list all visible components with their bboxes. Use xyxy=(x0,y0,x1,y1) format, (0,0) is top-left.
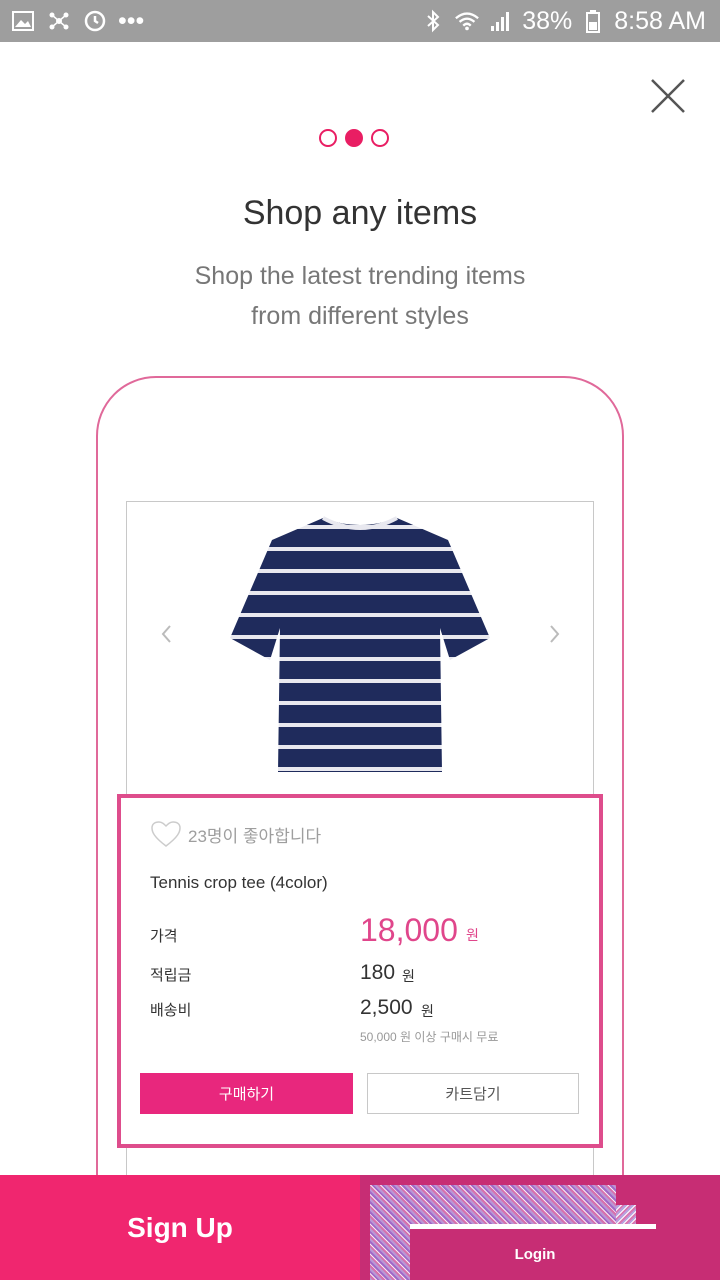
page-indicator xyxy=(319,129,389,147)
buy-button[interactable]: 구매하기 xyxy=(140,1073,353,1114)
price-label: 가격 xyxy=(150,928,178,945)
page-dot-3[interactable] xyxy=(371,129,389,147)
next-image-button[interactable] xyxy=(542,620,566,648)
page-title: Shop any items xyxy=(242,194,478,232)
page-dot-1[interactable] xyxy=(319,129,337,147)
glitch-overlay-small xyxy=(616,1205,636,1225)
product-name: Tennis crop tee (4color) xyxy=(150,873,328,892)
price-value: 18,000 xyxy=(360,912,458,948)
chevron-left-icon xyxy=(161,625,171,643)
page-dot-2-active[interactable] xyxy=(345,129,363,147)
bluetooth-icon xyxy=(420,8,446,34)
subtitle-line-1: Shop the latest trending items xyxy=(194,262,526,290)
striped-tee-image xyxy=(230,516,490,772)
clock: 8:58 AM xyxy=(614,6,706,35)
subtitle-line-2: from different styles xyxy=(251,302,469,330)
shipping-value: 2,500 xyxy=(360,996,413,1019)
likes-row: 23명이 좋아합니다 xyxy=(150,820,321,848)
login-button[interactable]: Login xyxy=(410,1229,660,1280)
points-value: 180 xyxy=(360,961,396,984)
close-button[interactable] xyxy=(648,76,688,116)
battery-icon xyxy=(580,8,606,34)
price-unit: 원 xyxy=(466,927,479,943)
signal-icon xyxy=(488,8,514,34)
battery-percent: 38% xyxy=(522,6,573,35)
add-to-cart-button[interactable]: 카트담기 xyxy=(367,1073,579,1114)
close-icon xyxy=(651,79,685,113)
shipping-label: 배송비 xyxy=(150,1002,192,1019)
shipping-note: 50,000 원 이상 구매시 무료 xyxy=(360,1030,499,1044)
prev-image-button[interactable] xyxy=(155,620,179,648)
status-right: 38% 8:58 AM xyxy=(420,0,706,42)
sign-up-button[interactable]: Sign Up xyxy=(0,1175,360,1280)
network-icon xyxy=(46,8,72,34)
shipping-unit: 원 xyxy=(421,1003,434,1019)
chevron-right-icon xyxy=(550,625,560,643)
status-left: ••• xyxy=(10,0,144,42)
likes-count: 23명이 좋아합니다 xyxy=(188,826,322,846)
wifi-icon xyxy=(454,8,480,34)
heart-icon[interactable] xyxy=(150,820,182,848)
page-subtitle: Shop the latest trending items from diff… xyxy=(0,256,720,336)
points-unit: 원 xyxy=(402,968,415,984)
points-label: 적립금 xyxy=(150,967,192,984)
sync-icon xyxy=(82,8,108,34)
status-bar: ••• 38% 8:58 AM xyxy=(0,0,720,42)
more-icon: ••• xyxy=(118,6,145,35)
image-icon xyxy=(10,8,36,34)
